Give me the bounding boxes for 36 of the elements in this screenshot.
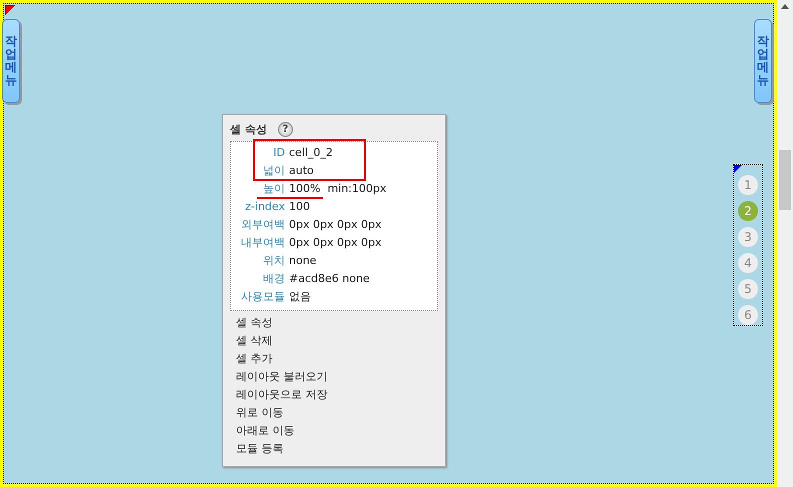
help-button[interactable]: ? [278, 122, 293, 137]
menu-item[interactable]: 아래로 이동 [230, 422, 438, 440]
menu-item[interactable]: 모듈 등록 [230, 440, 438, 458]
scrollbar[interactable] [777, 0, 793, 487]
panel-title: 셀 속성 [230, 122, 267, 138]
scroll-thumb[interactable] [779, 150, 791, 210]
property-value: none [289, 252, 316, 269]
property-value: auto [289, 162, 314, 179]
property-value: 0px 0px 0px 0px [289, 234, 382, 251]
property-label: 배경 [262, 270, 286, 287]
property-label: 내부여백 [240, 234, 286, 251]
property-label: ID [272, 144, 286, 161]
property-label: z-index [244, 198, 286, 215]
property-label: 위치 [262, 252, 286, 269]
underline-mark [257, 197, 323, 199]
menu-item[interactable]: 셀 속성 [230, 314, 438, 332]
menu-item[interactable]: 레이아웃 불러오기 [230, 368, 438, 386]
corner-marker-icon [734, 165, 742, 173]
side-menu-tab[interactable]: 작업메뉴 [2, 19, 20, 103]
menu-item[interactable]: 위로 이동 [230, 404, 438, 422]
menu-item[interactable]: 셀 추가 [230, 350, 438, 368]
property-value: 100% min:100px [289, 180, 386, 197]
property-value: cell_0_2 [289, 144, 333, 161]
property-value: #acd8e6 none [289, 270, 370, 287]
property-label: 외부여백 [240, 216, 286, 233]
property-label: 높이 [262, 180, 286, 197]
scroll-up-icon[interactable] [781, 4, 789, 9]
menu-item[interactable]: 셀 삭제 [230, 332, 438, 350]
property-label: 넓이 [262, 162, 286, 179]
property-label: 사용모듈 [240, 288, 286, 305]
menu-item[interactable]: 레이아웃으로 저장 [230, 386, 438, 404]
property-value: 없음 [289, 288, 311, 305]
corner-marker-icon [5, 5, 15, 15]
property-value: 100 [289, 198, 310, 215]
property-value: 0px 0px 0px 0px [289, 216, 382, 233]
side-menu-tab[interactable]: 작업메뉴 [754, 19, 772, 103]
